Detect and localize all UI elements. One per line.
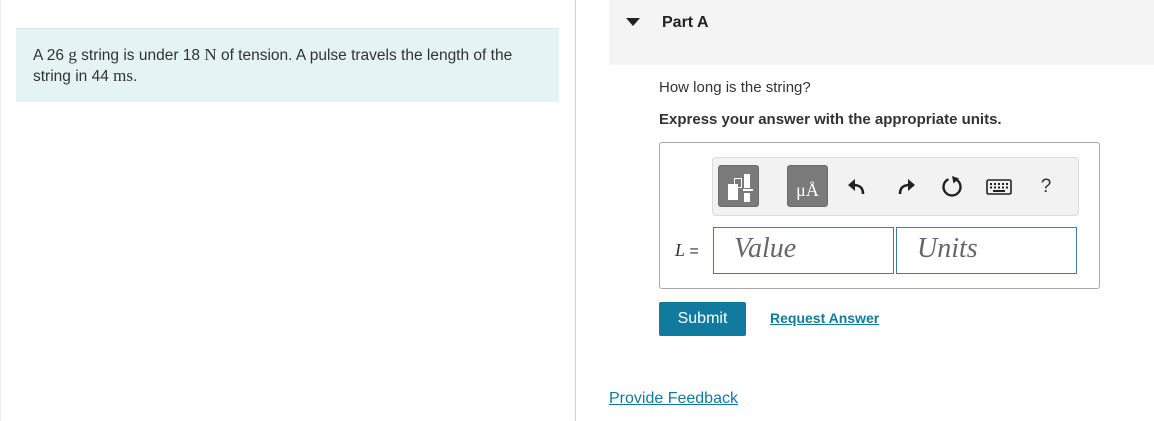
reset-button[interactable] <box>939 174 965 200</box>
problem-text-1: A 26 <box>33 47 69 64</box>
unit-mass: g <box>68 45 77 64</box>
variable-symbol: L <box>675 240 686 260</box>
template-top-icon <box>744 174 750 188</box>
math-toolbar: μÅ ? <box>712 157 1079 216</box>
question-text: How long is the string? <box>659 79 811 96</box>
template-bottom-icon <box>744 193 750 202</box>
unit-force: N <box>204 45 217 64</box>
reset-icon <box>942 176 962 197</box>
units-button[interactable]: μÅ <box>787 165 828 207</box>
units-glyph: μÅ <box>796 180 819 200</box>
column-divider <box>575 0 576 421</box>
submit-button[interactable]: Submit <box>659 302 746 336</box>
help-button[interactable]: ? <box>1033 174 1059 200</box>
equals-sign: = <box>689 243 699 260</box>
undo-button[interactable] <box>844 174 870 200</box>
left-border <box>0 0 1 421</box>
collapse-triangle-icon[interactable] <box>626 18 640 26</box>
value-input[interactable]: Value <box>713 227 894 274</box>
request-answer-link[interactable]: Request Answer <box>770 310 879 326</box>
problem-statement: A 26 g string is under 18 N of tension. … <box>16 29 559 102</box>
units-input[interactable]: Units <box>896 227 1077 274</box>
templates-button[interactable] <box>718 165 759 207</box>
problem-text-2: string is under 18 <box>76 47 205 64</box>
template-box-icon <box>734 178 742 188</box>
provide-feedback-link[interactable]: Provide Feedback <box>609 390 738 408</box>
answer-variable-label: L = <box>675 240 699 261</box>
redo-button[interactable] <box>893 174 919 200</box>
unit-time: ms <box>113 66 133 85</box>
keyboard-button[interactable] <box>985 174 1013 200</box>
page: A 26 g string is under 18 N of tension. … <box>0 0 1154 421</box>
problem-text-4: . <box>132 68 138 85</box>
part-header[interactable]: Part A <box>609 0 1154 65</box>
instruction-text: Express your answer with the appropriate… <box>659 111 1002 128</box>
keyboard-icon <box>986 179 1012 195</box>
redo-icon <box>898 179 915 195</box>
undo-icon <box>848 179 865 195</box>
part-title: Part A <box>662 14 709 31</box>
template-fraction-bar-icon <box>743 189 753 191</box>
